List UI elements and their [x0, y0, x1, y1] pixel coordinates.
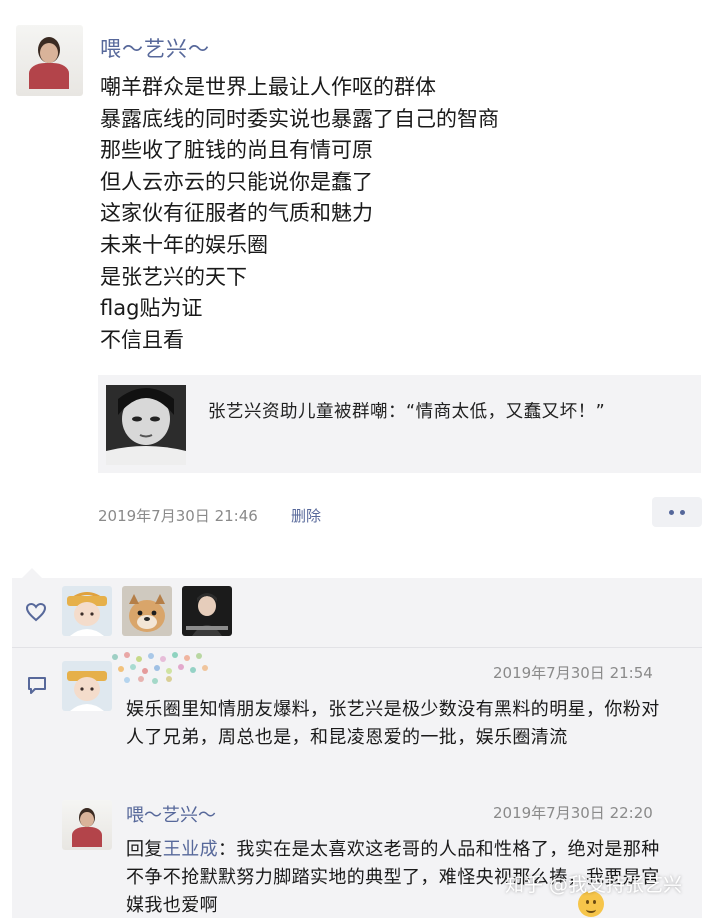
commenter-name-mosaic[interactable] — [110, 650, 220, 686]
more-dots-icon — [680, 510, 685, 515]
reply-target-name[interactable]: 王业成 — [163, 839, 218, 860]
post-line: flag贴为证 — [100, 296, 203, 321]
comment-panel-notch — [22, 568, 42, 578]
comment-text[interactable]: 娱乐圈里知情朋友爆料，张艺兴是极少数没有黑料的明星，你粉对人了兄弟，周总也是，和… — [126, 696, 676, 752]
post-line: 这家伙有征服者的气质和魅力 — [100, 201, 373, 226]
comment-divider — [12, 647, 702, 648]
reply-prefix: 回复 — [126, 839, 163, 860]
shared-link-card[interactable]: 张艺兴资助儿童被群嘲：“情商太低，又蠢又坏！” — [98, 375, 701, 473]
delete-button[interactable]: 删除 — [291, 505, 321, 526]
like-avatar[interactable] — [122, 586, 172, 636]
more-button[interactable] — [652, 497, 702, 527]
post-line: 但人云亦云的只能说你是蠢了 — [100, 169, 373, 194]
like-avatar[interactable] — [182, 586, 232, 636]
post-author-avatar[interactable] — [16, 25, 83, 96]
reply-timestamp: 2019年7月30日 22:20 — [493, 804, 653, 822]
watermark: 知乎 @我支持张艺兴 — [505, 874, 683, 896]
post-line: 嘲羊群众是世界上最让人作呕的群体 — [100, 75, 436, 99]
link-thumbnail — [106, 385, 186, 465]
post-line: 不信且看 — [100, 327, 184, 352]
comment-icon — [28, 677, 46, 694]
reply-author-name[interactable]: 喂～艺兴～ — [126, 801, 216, 827]
post-line: 暴露底线的同时委实说也暴露了自己的智商 — [100, 106, 499, 131]
comment-timestamp: 2019年7月30日 21:54 — [493, 664, 653, 682]
like-avatar[interactable] — [62, 586, 112, 636]
post-author-name[interactable]: 喂～艺兴～ — [100, 33, 210, 63]
post-line: 那些收了脏钱的尚且有情可原 — [100, 138, 373, 163]
reply-author-avatar[interactable] — [62, 800, 112, 850]
more-dots-icon — [669, 510, 674, 515]
link-title: 张艺兴资助儿童被群嘲：“情商太低，又蠢又坏！” — [208, 402, 606, 422]
commenter-avatar[interactable] — [62, 661, 112, 711]
post-timestamp: 2019年7月30日 21:46 — [98, 507, 258, 525]
heart-icon — [25, 602, 47, 622]
post-line: 未来十年的娱乐圈 — [100, 232, 268, 257]
post-body: 嘲羊群众是世界上最让人作呕的群体 暴露底线的同时委实说也暴露了自己的智商 那些收… — [100, 72, 499, 356]
post-line: 是张艺兴的天下 — [100, 264, 247, 289]
